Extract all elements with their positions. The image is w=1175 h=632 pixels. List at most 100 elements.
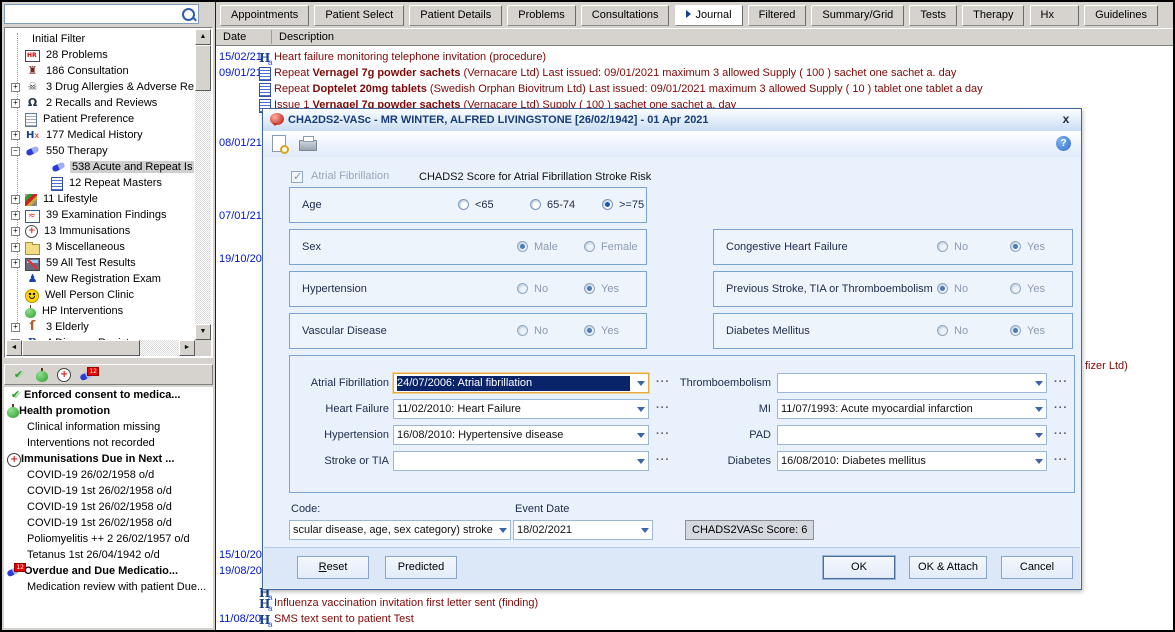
tree-item[interactable]: 2 Recalls and Reviews: [6, 95, 195, 111]
tree-item-label[interactable]: 2 Recalls and Reviews: [44, 97, 159, 109]
tree-expand-toggle[interactable]: [11, 323, 20, 332]
tree-vertical-scrollbar[interactable]: ▲ ▼: [195, 29, 211, 340]
vascular-no-radio[interactable]: [517, 325, 528, 336]
tree-horizontal-scrollbar[interactable]: ◄ ►: [6, 340, 195, 356]
hypertension-no-radio[interactable]: [517, 283, 528, 294]
dropdown-arrow-icon[interactable]: [641, 528, 649, 533]
tree-expand-toggle[interactable]: [11, 99, 20, 108]
tab[interactable]: Appointments: [220, 5, 309, 26]
scroll-up-icon[interactable]: ▲: [195, 29, 211, 45]
search-input[interactable]: [7, 6, 171, 23]
tree-item[interactable]: 3 Elderly: [6, 319, 195, 335]
hypertension-yes-radio[interactable]: [584, 283, 595, 294]
tree-item[interactable]: 13 Immunisations: [6, 223, 195, 239]
diabetes-no-radio[interactable]: [937, 325, 948, 336]
dropdown-arrow-icon[interactable]: [1035, 407, 1043, 412]
tree-item-label[interactable]: 550 Therapy: [44, 145, 110, 157]
tree-item-label[interactable]: HP Interventions: [40, 305, 125, 317]
predicted-button[interactable]: Predicted: [385, 556, 457, 579]
sidebar-search[interactable]: [4, 4, 199, 24]
scroll-right-icon[interactable]: ►: [179, 340, 195, 356]
stroke-or-tia-field[interactable]: [393, 451, 649, 471]
tree-item-label[interactable]: 13 Immunisations: [42, 225, 132, 237]
scroll-left-icon[interactable]: ◄: [6, 340, 22, 356]
alert-item[interactable]: COVID-19 1st 26/02/1958 o/d: [4, 515, 213, 531]
stroke-yes-radio[interactable]: [1010, 283, 1021, 294]
alert-item[interactable]: Enforced consent to medica...: [4, 387, 213, 403]
tree-item[interactable]: 550 Therapy: [6, 143, 195, 159]
sex-female-radio[interactable]: [584, 241, 595, 252]
age-ge75-radio[interactable]: [602, 199, 613, 210]
consent-icon[interactable]: [10, 368, 27, 382]
tree-expand-toggle[interactable]: [11, 147, 20, 156]
tab[interactable]: Journal: [675, 5, 743, 26]
tab[interactable]: Problems: [507, 5, 575, 26]
alert-item[interactable]: Clinical information missing: [4, 419, 213, 435]
tree-item[interactable]: 28 Problems: [6, 47, 195, 63]
tree-item-label[interactable]: 11 Lifestyle: [41, 193, 100, 205]
tree-item[interactable]: 177 Medical History: [6, 127, 195, 143]
tab[interactable]: Consultations: [581, 5, 670, 26]
ok-button[interactable]: OK: [823, 556, 895, 579]
tree-item[interactable]: 186 Consultation: [6, 63, 195, 79]
search-icon[interactable]: [182, 8, 195, 21]
tab[interactable]: Tests: [909, 5, 957, 26]
tree-item-label[interactable]: 28 Problems: [44, 49, 110, 61]
atrial-fibrillation-checkbox[interactable]: [291, 171, 303, 183]
age-lt65-radio[interactable]: [458, 199, 469, 210]
tree-item-label[interactable]: New Registration Exam: [44, 273, 163, 285]
tab[interactable]: Filtered: [748, 5, 807, 26]
ellipsis-button[interactable]: [1053, 452, 1069, 470]
diabetes-field[interactable]: 16/08/2010: Diabetes mellitus: [777, 451, 1047, 471]
tree-expand-toggle[interactable]: [11, 243, 20, 252]
heart-failure-field[interactable]: 11/02/2010: Heart Failure: [393, 399, 649, 419]
vertical-scroll-thumb[interactable]: [195, 45, 211, 91]
cancel-button[interactable]: Cancel: [1001, 556, 1073, 579]
tree-expand-toggle[interactable]: [11, 227, 20, 236]
journal-row[interactable]: 15/02/21 Heart failure monitoring teleph…: [216, 51, 1173, 66]
chf-yes-radio[interactable]: [1010, 241, 1021, 252]
journal-row[interactable]: 11/08/20 SMS text sent to patient Test: [216, 613, 1173, 628]
print-icon[interactable]: [299, 140, 317, 151]
radio-label[interactable]: >=75: [619, 199, 644, 211]
health-promotion-icon[interactable]: [36, 371, 48, 382]
tree-item[interactable]: 11 Lifestyle: [6, 191, 195, 207]
date-column-header[interactable]: Date: [223, 31, 246, 43]
age-65-74-radio[interactable]: [530, 199, 541, 210]
tab[interactable]: Therapy: [962, 5, 1024, 26]
chf-no-radio[interactable]: [937, 241, 948, 252]
medication-badge-icon[interactable]: [80, 369, 97, 383]
alert-item[interactable]: Poliomyelitis ++ 2 26/02/1957 o/d: [4, 531, 213, 547]
ellipsis-button[interactable]: [1053, 374, 1069, 392]
tree-item-label[interactable]: 39 Examination Findings: [44, 209, 168, 221]
scroll-down-icon[interactable]: ▼: [195, 324, 211, 340]
journal-row[interactable]: 09/01/21 Repeat Vernagel 7g powder sache…: [216, 67, 1173, 82]
tree-item[interactable]: 3 Miscellaneous: [6, 239, 195, 255]
hypertension-field[interactable]: 16/08/2010: Hypertensive disease: [393, 425, 649, 445]
tree-expand-toggle[interactable]: [11, 259, 20, 268]
tree-expand-toggle[interactable]: [11, 195, 20, 204]
code-combobox[interactable]: scular disease, age, sex category) strok…: [289, 520, 511, 540]
ok-and-attach-button[interactable]: OK & Attach: [909, 556, 987, 579]
description-column-header[interactable]: Description: [279, 31, 334, 43]
dropdown-arrow-icon[interactable]: [1035, 381, 1043, 386]
sex-male-radio[interactable]: [517, 241, 528, 252]
tree-item-label[interactable]: 59 All Test Results: [44, 257, 138, 269]
alert-item[interactable]: COVID-19 1st 26/02/1958 o/d: [4, 483, 213, 499]
alert-item[interactable]: Tetanus 1st 26/04/1942 o/d: [4, 547, 213, 563]
tree-expand-toggle[interactable]: [11, 211, 20, 220]
diabetes-yes-radio[interactable]: [1010, 325, 1021, 336]
immunisations-icon[interactable]: [57, 368, 71, 382]
tree-item[interactable]: Initial Filter: [6, 31, 195, 47]
tree-item[interactable]: Patient Preference: [6, 111, 195, 127]
help-icon[interactable]: [1056, 136, 1071, 151]
tree-item[interactable]: 39 Examination Findings: [6, 207, 195, 223]
tree-item[interactable]: 59 All Test Results: [6, 255, 195, 271]
alert-item[interactable]: Health promotion: [4, 403, 213, 419]
dropdown-arrow-icon[interactable]: [637, 433, 645, 438]
close-icon[interactable]: [1059, 111, 1073, 127]
tab[interactable]: Hx: [1030, 5, 1079, 26]
print-preview-icon[interactable]: [272, 135, 286, 152]
thromboembolism-field[interactable]: [777, 373, 1047, 393]
ellipsis-button[interactable]: [1053, 426, 1069, 444]
